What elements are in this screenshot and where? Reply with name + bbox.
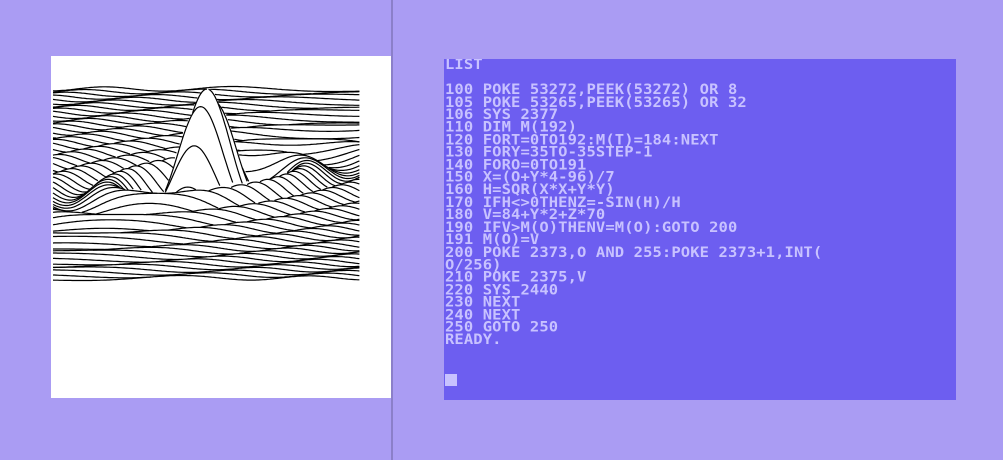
surface-contour-line [53,263,113,266]
surface-contour-line [230,184,270,201]
surface-contour-line [231,130,360,140]
surface-contour-line [231,126,360,133]
surface-plot [52,85,360,282]
surface-contour-line [52,169,58,173]
surface-contour-line [53,120,70,122]
ready-prompt: READY. [445,331,502,348]
surface-contour-line [208,186,256,204]
surface-contour-line [52,126,87,134]
surface-contour-line [52,181,84,196]
surface-contour-line [163,146,180,150]
surface-contour-line [70,148,116,158]
surface-contour-line [227,119,278,126]
surface-contour-line [341,202,360,206]
surface-contour-line [145,149,177,154]
surface-contour-line [52,211,100,215]
surface-contour-line [52,227,150,232]
surface-contour-line [65,133,126,142]
surface-contour-line [53,232,212,242]
surface-contour-line [214,93,272,98]
surface-contour-line [224,112,236,115]
surface-contour-line [357,176,360,179]
basic-terminal-screen[interactable]: LIST 100 POKE 53272,PEEK(53272) OR 8 105 P… [444,59,956,400]
surface-contour-line [237,149,241,152]
surface-contour-line [218,98,360,106]
surface-contour-line [246,181,283,199]
surface-contour-line [52,219,187,229]
surface-contour-line [163,189,240,207]
basic-listing: LIST 100 POKE 53272,PEEK(53272) OR 8 105 P… [445,59,822,347]
surface-contour-line [286,170,322,191]
surface-plot-frame [51,56,391,398]
surface-contour-line [53,138,94,148]
surface-contour-line [149,159,174,169]
surface-contour-line [303,144,360,155]
surface-contour-line [339,219,360,224]
surface-contour-line [52,242,151,248]
surface-contour-line [57,151,103,161]
surface-contour-line [221,106,270,112]
surface-contour-line [224,221,294,232]
surface-contour-line [234,138,243,142]
surface-contour-line [53,274,151,279]
surface-contour-line [168,226,257,237]
surface-contour-line [53,248,105,251]
surface-contour-line [247,124,360,128]
surface-contour-line [145,211,237,223]
surface-contour-line [52,162,68,170]
list-command: LIST [445,59,483,73]
surface-contour-line [83,145,131,155]
surface-contour-line [52,132,73,136]
surface-contour-line [241,167,250,182]
surface-contour-line [266,216,328,226]
surface-contour-line [168,132,183,136]
surface-contour-line [97,143,148,153]
surface-contour-line [238,203,291,216]
surface-contour-line [91,159,124,169]
surface-contour-line [52,213,214,226]
surface-contour-line [229,126,240,129]
surface-contour-line [286,195,333,208]
surface-contour-line [258,200,306,213]
surface-contour-line [149,134,184,139]
surface-contour-line [218,205,275,218]
surface-contour-line [200,224,277,234]
surface-contour-line [60,167,99,182]
surface-contour-line [52,115,86,120]
surface-contour-line [234,140,360,146]
surface-contour-line [274,197,320,211]
surface-contour-line [246,218,312,229]
surface-contour-line [52,274,360,282]
surface-contour-line [52,142,79,150]
surface-contour-line [53,257,150,263]
text-cursor [445,374,457,386]
surface-contour-line [52,102,163,109]
surface-contour-line [237,149,288,153]
surface-contour-line [52,148,66,153]
surface-contour-line [190,208,257,221]
